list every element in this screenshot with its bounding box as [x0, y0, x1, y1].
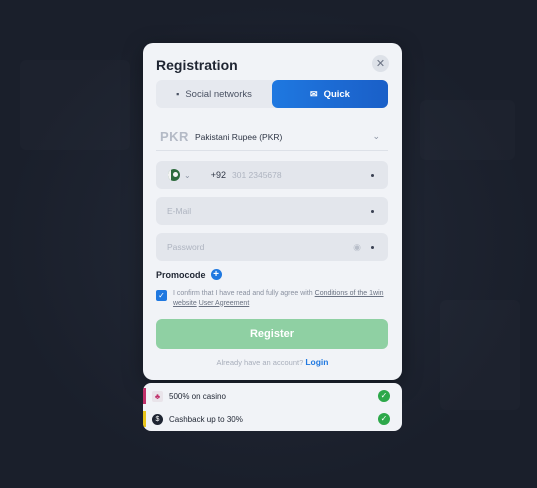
check-icon: ✓: [378, 413, 390, 425]
pakistan-flag-icon[interactable]: [168, 169, 180, 181]
cashback-icon: $: [152, 413, 163, 425]
chat-icon: ▪: [176, 89, 180, 99]
background-blur-shape: [20, 60, 130, 150]
check-icon: ✓: [378, 390, 390, 402]
registration-modal: Registration ✕ ▪ Social networks ✉ Quick…: [143, 43, 402, 380]
agreement-text: I confirm that I have read and fully agr…: [173, 289, 388, 308]
currency-code: PKR: [160, 129, 189, 144]
user-agreement-link[interactable]: User Agreement: [199, 300, 250, 307]
promocode-label: Promocode: [156, 269, 206, 280]
dial-code: +92: [210, 170, 226, 180]
required-indicator: [371, 209, 374, 213]
password-field: ◉: [156, 233, 388, 261]
phone-field: ⌄ +92: [156, 161, 388, 189]
agreement-checkbox[interactable]: ✓: [156, 290, 167, 301]
login-prompt: Already have an account? Login: [143, 357, 402, 367]
email-field: [156, 197, 388, 225]
bonus-accent-bar: [143, 411, 146, 427]
register-button[interactable]: Register: [156, 319, 388, 349]
required-indicator: [371, 173, 374, 177]
agreement-statement: I confirm that I have read and fully agr…: [173, 290, 313, 297]
tab-label: Quick: [323, 88, 350, 100]
login-prompt-text: Already have an account?: [216, 358, 304, 367]
bonus-text: 500% on casino: [169, 391, 226, 401]
registration-tabs: ▪ Social networks ✉ Quick: [156, 80, 388, 108]
tab-quick[interactable]: ✉ Quick: [272, 80, 388, 108]
modal-title: Registration: [156, 57, 238, 73]
background-blur-shape: [440, 300, 520, 410]
bonus-row-casino: ♣ 500% on casino ✓: [143, 385, 402, 407]
phone-input[interactable]: [231, 170, 362, 180]
eye-icon[interactable]: ◉: [353, 242, 361, 253]
plus-icon[interactable]: +: [210, 269, 222, 280]
login-link[interactable]: Login: [305, 357, 328, 367]
bonus-accent-bar: [143, 388, 146, 404]
currency-select[interactable]: PKR Pakistani Rupee (PKR) ⌄: [156, 123, 388, 151]
agreement-row: ✓ I confirm that I have read and fully a…: [156, 289, 388, 308]
bonus-panel: ♣ 500% on casino ✓ $ Cashback up to 30% …: [143, 383, 402, 431]
bonus-text: Cashback up to 30%: [169, 414, 243, 424]
email-input[interactable]: [167, 206, 371, 216]
tab-label: Social networks: [185, 88, 252, 100]
casino-icon: ♣: [152, 390, 163, 402]
background-blur-shape: [420, 100, 515, 160]
tab-social-networks[interactable]: ▪ Social networks: [156, 80, 272, 108]
currency-name: Pakistani Rupee (PKR): [194, 131, 283, 142]
close-button[interactable]: ✕: [372, 55, 389, 72]
chevron-down-icon[interactable]: ⌄: [184, 171, 191, 180]
required-indicator: [371, 245, 374, 249]
chevron-down-icon: ⌄: [372, 131, 380, 141]
promocode-toggle[interactable]: Promocode +: [156, 269, 222, 280]
bonus-row-cashback: $ Cashback up to 30% ✓: [143, 408, 402, 430]
password-input[interactable]: [167, 242, 354, 252]
envelope-icon: ✉: [310, 88, 318, 99]
close-icon: ✕: [375, 58, 386, 70]
